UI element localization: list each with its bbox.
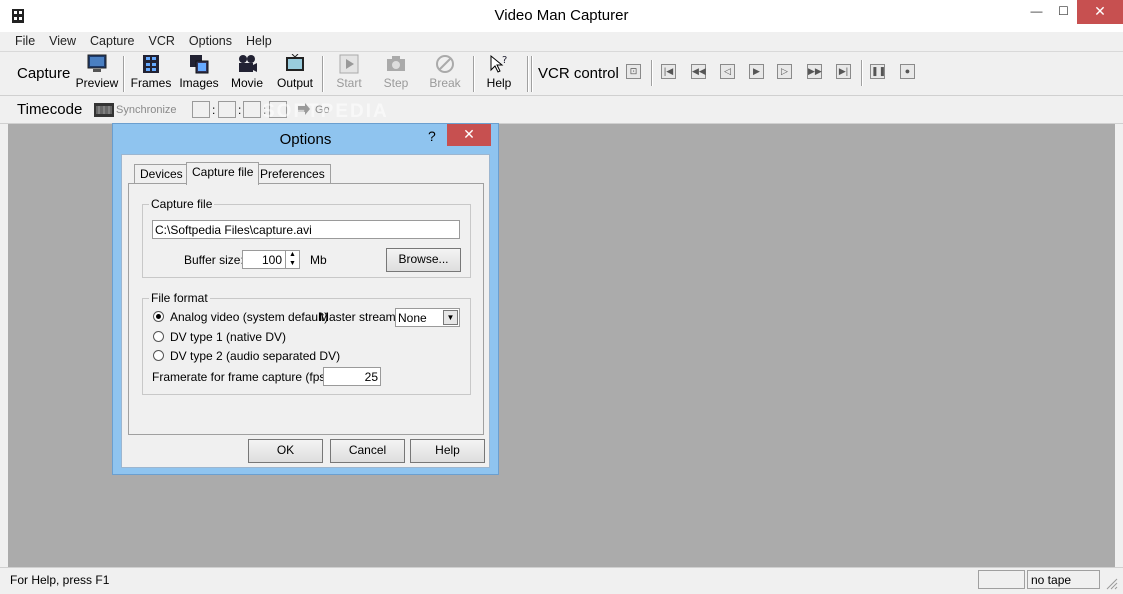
status-bar: For Help, press F1 no tape bbox=[0, 567, 1123, 594]
dialog-close-button[interactable]: ✕ bbox=[447, 124, 491, 146]
camera-icon bbox=[377, 54, 415, 76]
tape-counter-icon bbox=[94, 103, 114, 120]
menu-view[interactable]: View bbox=[42, 32, 83, 51]
framerate-label: Framerate for frame capture (fps): bbox=[152, 370, 333, 384]
break-button[interactable]: Break bbox=[425, 54, 465, 94]
master-stream-value: None bbox=[398, 311, 427, 325]
menu-help[interactable]: Help bbox=[239, 32, 279, 51]
vcr-pause-icon[interactable]: ❚❚ bbox=[870, 64, 886, 79]
capture-label: Capture bbox=[17, 65, 71, 82]
master-stream-select[interactable]: None ▼ bbox=[395, 308, 460, 327]
title-bar: Video Man Capturer — ☐ ✕ bbox=[0, 0, 1123, 32]
stop-sign-icon bbox=[425, 54, 465, 76]
menu-vcr[interactable]: VCR bbox=[142, 32, 182, 51]
softpedia-watermark: SOFTPEDIA bbox=[262, 101, 389, 122]
options-dialog: Options ? ✕ Devices Capture file Prefere… bbox=[112, 123, 499, 475]
vcr-step-forward-icon[interactable]: ▷ bbox=[777, 64, 792, 79]
buffer-size-label: Buffer size: bbox=[184, 253, 244, 267]
output-button[interactable]: Output bbox=[273, 53, 317, 94]
images-button[interactable]: Images bbox=[177, 54, 221, 94]
frames-button[interactable]: Frames bbox=[130, 54, 172, 94]
timecode-separator: : bbox=[212, 103, 216, 117]
radio-analog-video[interactable] bbox=[153, 311, 164, 322]
preview-button[interactable]: Preview bbox=[74, 54, 120, 94]
radio-dv-type-1[interactable] bbox=[153, 331, 164, 342]
svg-text:?: ? bbox=[502, 55, 507, 66]
ok-button[interactable]: OK bbox=[248, 439, 323, 463]
master-stream-label: Master stream: bbox=[319, 310, 400, 324]
timecode-separator: : bbox=[238, 103, 242, 117]
tab-preferences[interactable]: Preferences bbox=[254, 164, 331, 184]
capture-path-input[interactable]: C:\Softpedia Files\capture.avi bbox=[152, 220, 460, 239]
tv-output-icon bbox=[273, 53, 317, 76]
vcr-step-back-icon[interactable]: ◁ bbox=[720, 64, 735, 79]
status-pane-empty bbox=[978, 570, 1025, 589]
dv-type-2-label: DV type 2 (audio separated DV) bbox=[170, 349, 341, 363]
timecode-hours-field[interactable] bbox=[192, 101, 210, 118]
framerate-input[interactable]: 25 bbox=[323, 367, 381, 386]
cancel-button[interactable]: Cancel bbox=[330, 439, 405, 463]
dialog-body: Devices Capture file Preferences Capture… bbox=[121, 154, 490, 468]
vcr-record-icon[interactable]: ● bbox=[900, 64, 915, 79]
maximize-button[interactable]: ☐ bbox=[1050, 0, 1077, 24]
buffer-size-spinner[interactable]: ▲ ▼ bbox=[285, 250, 299, 269]
vcr-forward-end-icon[interactable]: ▶| bbox=[836, 64, 851, 79]
tape-status: no tape bbox=[1027, 570, 1100, 589]
movie-camera-icon bbox=[226, 54, 268, 76]
vcr-play-icon[interactable]: ▶ bbox=[749, 64, 764, 79]
start-button[interactable]: Start bbox=[330, 54, 368, 94]
menu-file[interactable]: File bbox=[8, 32, 42, 51]
vcr-fast-forward-icon[interactable]: ▶▶ bbox=[807, 64, 822, 79]
chevron-down-icon[interactable]: ▼ bbox=[443, 310, 458, 325]
vcr-eject-icon[interactable]: ⊡ bbox=[626, 64, 641, 79]
window-title: Video Man Capturer bbox=[494, 7, 629, 24]
movie-button[interactable]: Movie bbox=[226, 54, 268, 94]
resize-grip-icon[interactable] bbox=[1104, 576, 1118, 593]
monitor-icon bbox=[74, 54, 120, 76]
dialog-help-bottom-button[interactable]: Help bbox=[410, 439, 485, 463]
synchronize-button[interactable]: Synchronize bbox=[116, 104, 177, 116]
help-pointer-icon: ? bbox=[481, 54, 517, 76]
file-format-group-title: File format bbox=[149, 291, 210, 305]
menu-capture[interactable]: Capture bbox=[83, 32, 141, 51]
capture-file-group-title: Capture file bbox=[149, 197, 215, 211]
status-text: For Help, press F1 bbox=[10, 573, 110, 587]
file-format-group: File format Analog video (system default… bbox=[142, 291, 471, 395]
vcr-rewind-icon[interactable]: ◀◀ bbox=[691, 64, 706, 79]
dv-type-1-label: DV type 1 (native DV) bbox=[170, 330, 287, 344]
tab-capture-file[interactable]: Capture file bbox=[186, 162, 260, 185]
vcr-control-label: VCR control bbox=[538, 65, 619, 82]
timecode-toolbar: Timecode Synchronize : : : Go bbox=[0, 96, 1123, 124]
dialog-title: Options bbox=[279, 131, 332, 148]
main-toolbar: Capture Preview Frames Images Movie Outp… bbox=[0, 52, 1123, 96]
tab-devices[interactable]: Devices bbox=[134, 164, 189, 184]
help-button[interactable]: ? Help bbox=[481, 54, 517, 94]
close-button[interactable]: ✕ bbox=[1077, 0, 1123, 24]
buffer-unit-label: Mb bbox=[310, 253, 327, 267]
capture-file-group: Capture file C:\Softpedia Files\capture.… bbox=[142, 197, 471, 278]
timecode-minutes-field[interactable] bbox=[218, 101, 236, 118]
browse-button[interactable]: Browse... bbox=[386, 248, 461, 272]
menu-bar: File View Capture VCR Options Help bbox=[0, 32, 1123, 52]
images-icon bbox=[177, 54, 221, 76]
play-icon bbox=[330, 54, 368, 76]
dialog-help-button[interactable]: ? bbox=[428, 128, 436, 144]
vcr-rewind-start-icon[interactable]: |◀ bbox=[661, 64, 676, 79]
frames-icon bbox=[130, 54, 172, 76]
menu-options[interactable]: Options bbox=[182, 32, 239, 51]
tab-panel: Capture file C:\Softpedia Files\capture.… bbox=[128, 183, 484, 435]
analog-video-label: Analog video (system default) bbox=[170, 310, 329, 324]
timecode-seconds-field[interactable] bbox=[243, 101, 261, 118]
timecode-label: Timecode bbox=[17, 101, 83, 118]
step-button[interactable]: Step bbox=[377, 54, 415, 94]
radio-dv-type-2[interactable] bbox=[153, 350, 164, 361]
minimize-button[interactable]: — bbox=[1023, 0, 1050, 24]
